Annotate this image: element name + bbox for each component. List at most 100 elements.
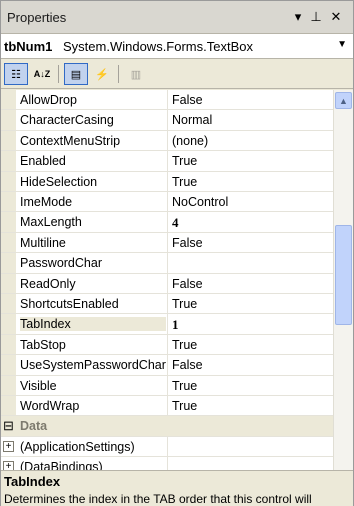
column-separator[interactable]	[167, 212, 168, 232]
property-row[interactable]: HideSelection True	[1, 171, 333, 192]
row-margin	[1, 130, 16, 151]
column-separator[interactable]	[167, 334, 168, 355]
property-value[interactable]: True	[172, 338, 330, 352]
property-name: HideSelection	[20, 174, 98, 189]
property-row[interactable]: TabStop True	[1, 334, 333, 356]
window-title: Properties	[7, 10, 67, 25]
property-value[interactable]: True	[172, 154, 330, 168]
column-separator[interactable]	[167, 273, 168, 293]
row-margin	[1, 396, 16, 416]
column-separator[interactable]	[167, 192, 168, 212]
property-name: ShortcutsEnabled	[20, 297, 119, 311]
property-row[interactable]: Visible True	[1, 375, 333, 396]
property-value[interactable]: 4	[172, 215, 330, 231]
property-row[interactable]: Multiline False	[1, 232, 333, 254]
property-row[interactable]: ReadOnly False	[1, 273, 333, 294]
property-row[interactable]: AllowDrop False	[1, 90, 333, 111]
column-separator[interactable]	[167, 253, 168, 273]
property-value[interactable]: False	[172, 358, 330, 372]
property-name: (ApplicationSettings)	[20, 439, 135, 454]
property-name: TabStop	[20, 337, 66, 352]
property-value[interactable]: False	[172, 277, 330, 291]
property-value[interactable]: False	[172, 236, 330, 250]
property-value[interactable]: True	[172, 379, 330, 393]
toolbar-separator	[118, 65, 119, 83]
row-margin	[1, 151, 16, 171]
window-position-dropdown-icon[interactable]: ▾	[291, 10, 305, 24]
row-margin	[1, 375, 16, 395]
row-margin	[1, 334, 16, 355]
property-row-expandable[interactable]: + (DataBindings)	[1, 457, 333, 470]
property-value[interactable]: (none)	[172, 134, 330, 148]
property-row-expandable[interactable]: + (ApplicationSettings)	[1, 436, 333, 458]
chevron-down-icon[interactable]: ▼	[337, 39, 347, 50]
property-name: MaxLength	[20, 215, 82, 230]
title-bar: Properties ▾ ⊥ ✕	[1, 1, 353, 34]
events-button[interactable]: ⚡	[90, 63, 114, 85]
column-separator[interactable]	[167, 355, 168, 375]
property-value[interactable]: True	[172, 297, 330, 311]
column-separator[interactable]	[167, 151, 168, 171]
column-separator[interactable]	[167, 232, 168, 253]
column-separator[interactable]	[167, 130, 168, 151]
property-row[interactable]: ContextMenuStrip (none)	[1, 130, 333, 152]
properties-toolbar: ☷ A↓Z ▤ ⚡ ▥	[1, 59, 353, 89]
object-name: tbNum1	[4, 39, 53, 54]
property-value[interactable]: Normal	[172, 113, 330, 127]
column-separator[interactable]	[167, 90, 168, 110]
row-margin	[1, 90, 16, 110]
auto-hide-pin-icon[interactable]: ⊥	[309, 10, 323, 24]
property-row[interactable]: WordWrap True	[1, 396, 333, 417]
categorized-icon: ☷	[11, 68, 21, 81]
collapse-icon[interactable]: ⊟	[3, 419, 14, 432]
scrollbar-thumb[interactable]	[335, 225, 352, 325]
vertical-scrollbar[interactable]: ▲	[333, 90, 353, 470]
property-value[interactable]: 1	[172, 317, 330, 333]
lightning-icon: ⚡	[95, 68, 109, 81]
column-separator[interactable]	[167, 396, 168, 416]
property-value[interactable]: False	[172, 93, 330, 107]
row-margin	[1, 314, 16, 334]
object-selector[interactable]: tbNum1 System.Windows.Forms.TextBox ▼	[1, 34, 353, 59]
alphabetical-sort-icon: A↓Z	[33, 69, 51, 79]
category-row-data[interactable]: ⊟ Data	[1, 416, 333, 437]
property-name: WordWrap	[20, 399, 80, 413]
column-separator[interactable]	[167, 436, 168, 457]
expand-icon[interactable]: +	[3, 461, 14, 470]
property-name: CharacterCasing	[20, 113, 114, 128]
row-margin	[1, 232, 16, 253]
column-separator[interactable]	[167, 294, 168, 314]
column-separator[interactable]	[167, 110, 168, 130]
row-margin	[1, 212, 16, 232]
column-separator[interactable]	[167, 375, 168, 395]
column-separator[interactable]	[167, 171, 168, 191]
categorized-button[interactable]: ☷	[4, 63, 28, 85]
alphabetical-button[interactable]: A↓Z	[30, 63, 54, 85]
properties-button[interactable]: ▤	[64, 63, 88, 85]
close-icon[interactable]: ✕	[329, 10, 343, 24]
row-margin	[1, 171, 16, 191]
column-separator[interactable]	[167, 314, 168, 334]
property-row[interactable]: ImeMode NoControl	[1, 192, 333, 213]
property-row[interactable]: CharacterCasing Normal	[1, 110, 333, 131]
property-row[interactable]: MaxLength 4	[1, 212, 333, 233]
property-row-selected[interactable]: TabIndex 1	[1, 314, 333, 335]
property-grid: AllowDrop False CharacterCasing Normal Con…	[1, 90, 353, 470]
row-margin	[1, 273, 16, 293]
property-value[interactable]: NoControl	[172, 195, 330, 209]
description-title: TabIndex	[4, 474, 61, 489]
property-row[interactable]: PasswordChar	[1, 253, 333, 274]
scroll-up-button[interactable]: ▲	[335, 92, 352, 109]
column-separator[interactable]	[167, 457, 168, 470]
category-label: Data	[20, 419, 48, 434]
expand-icon[interactable]: +	[3, 440, 14, 452]
row-margin	[1, 355, 16, 375]
property-row[interactable]: Enabled True	[1, 151, 333, 172]
property-value[interactable]: True	[172, 399, 330, 413]
property-value[interactable]: True	[172, 175, 330, 189]
chevron-up-icon: ▲	[339, 95, 348, 106]
row-margin	[1, 253, 16, 273]
property-pages-button[interactable]: ▥	[124, 63, 148, 85]
property-row[interactable]: ShortcutsEnabled True	[1, 294, 333, 315]
property-row[interactable]: UseSystemPasswordChar False	[1, 355, 333, 376]
